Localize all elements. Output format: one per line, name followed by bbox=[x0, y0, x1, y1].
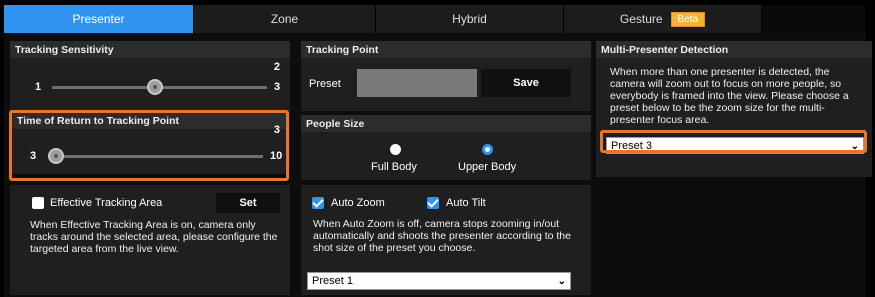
tracking-point-preset-label: Preset bbox=[309, 78, 341, 90]
effective-area-checkbox[interactable] bbox=[32, 197, 44, 209]
tab-empty bbox=[762, 5, 866, 33]
effective-area-label: Effective Tracking Area bbox=[50, 197, 163, 209]
tracking-point-panel: Tracking Point Preset Save bbox=[301, 41, 591, 111]
multi-presenter-panel: Multi-Presenter Detection When more than… bbox=[596, 41, 872, 177]
mode-tabs: Presenter Zone Hybrid Gesture Beta bbox=[4, 5, 866, 33]
multi-presenter-highlight bbox=[600, 130, 867, 153]
tracking-point-save-button[interactable]: Save bbox=[481, 69, 571, 97]
effective-area-set-button[interactable]: Set bbox=[216, 193, 280, 213]
people-size-panel: People Size Full Body Upper Body bbox=[301, 115, 591, 180]
auto-zoom-checkbox[interactable] bbox=[312, 197, 324, 209]
auto-tilt-checkbox[interactable] bbox=[427, 197, 439, 209]
upper-body-label: Upper Body bbox=[458, 161, 517, 173]
set-button-label: Set bbox=[239, 197, 257, 209]
tab-hybrid-label: Hybrid bbox=[452, 12, 487, 26]
tab-zone[interactable]: Zone bbox=[194, 5, 376, 33]
tab-presenter[interactable]: Presenter bbox=[4, 5, 194, 33]
people-size-title: People Size bbox=[301, 115, 591, 132]
multi-presenter-description: When more than one presenter is detected… bbox=[610, 66, 849, 126]
full-body-radio[interactable] bbox=[390, 144, 401, 155]
return-time-highlight bbox=[9, 110, 289, 181]
tab-zone-label: Zone bbox=[270, 12, 299, 26]
tracking-point-preset-field[interactable] bbox=[357, 69, 477, 97]
tab-presenter-label: Presenter bbox=[72, 12, 125, 26]
auto-tilt-label: Auto Tilt bbox=[446, 197, 486, 209]
multi-presenter-title: Multi-Presenter Detection bbox=[596, 41, 872, 58]
chevron-down-icon: ⌄ bbox=[557, 276, 566, 287]
tracking-sensitivity-title: Tracking Sensitivity bbox=[10, 41, 290, 58]
tab-gesture[interactable]: Gesture Beta bbox=[564, 5, 762, 33]
tracking-sensitivity-max: 3 bbox=[274, 81, 281, 93]
settings-content: Tracking Sensitivity 2 1 3 Time of Retur… bbox=[4, 33, 872, 297]
auto-zoom-description: When Auto Zoom is off, camera stops zoom… bbox=[313, 218, 571, 254]
auto-preset-select[interactable]: Preset 1 ⌄ bbox=[307, 272, 571, 290]
save-button-label: Save bbox=[513, 77, 539, 89]
tracking-point-title: Tracking Point bbox=[301, 41, 591, 58]
tracking-sensitivity-thumb[interactable] bbox=[147, 79, 163, 95]
effective-area-panel: Effective Tracking Area Set When Effecti… bbox=[10, 185, 290, 295]
full-body-label: Full Body bbox=[371, 161, 417, 173]
tab-hybrid[interactable]: Hybrid bbox=[376, 5, 564, 33]
tracking-sensitivity-current: 2 bbox=[273, 61, 280, 73]
beta-badge: Beta bbox=[670, 11, 706, 27]
auto-zoom-label: Auto Zoom bbox=[331, 197, 385, 209]
auto-preset-value: Preset 1 bbox=[312, 275, 353, 287]
upper-body-radio[interactable] bbox=[482, 144, 493, 155]
tracking-sensitivity-min: 1 bbox=[35, 81, 42, 93]
effective-area-description: When Effective Tracking Area is on, came… bbox=[30, 219, 278, 255]
tab-gesture-label: Gesture bbox=[619, 12, 663, 26]
auto-panel: Auto Zoom Auto Tilt When Auto Zoom is of… bbox=[301, 185, 591, 295]
